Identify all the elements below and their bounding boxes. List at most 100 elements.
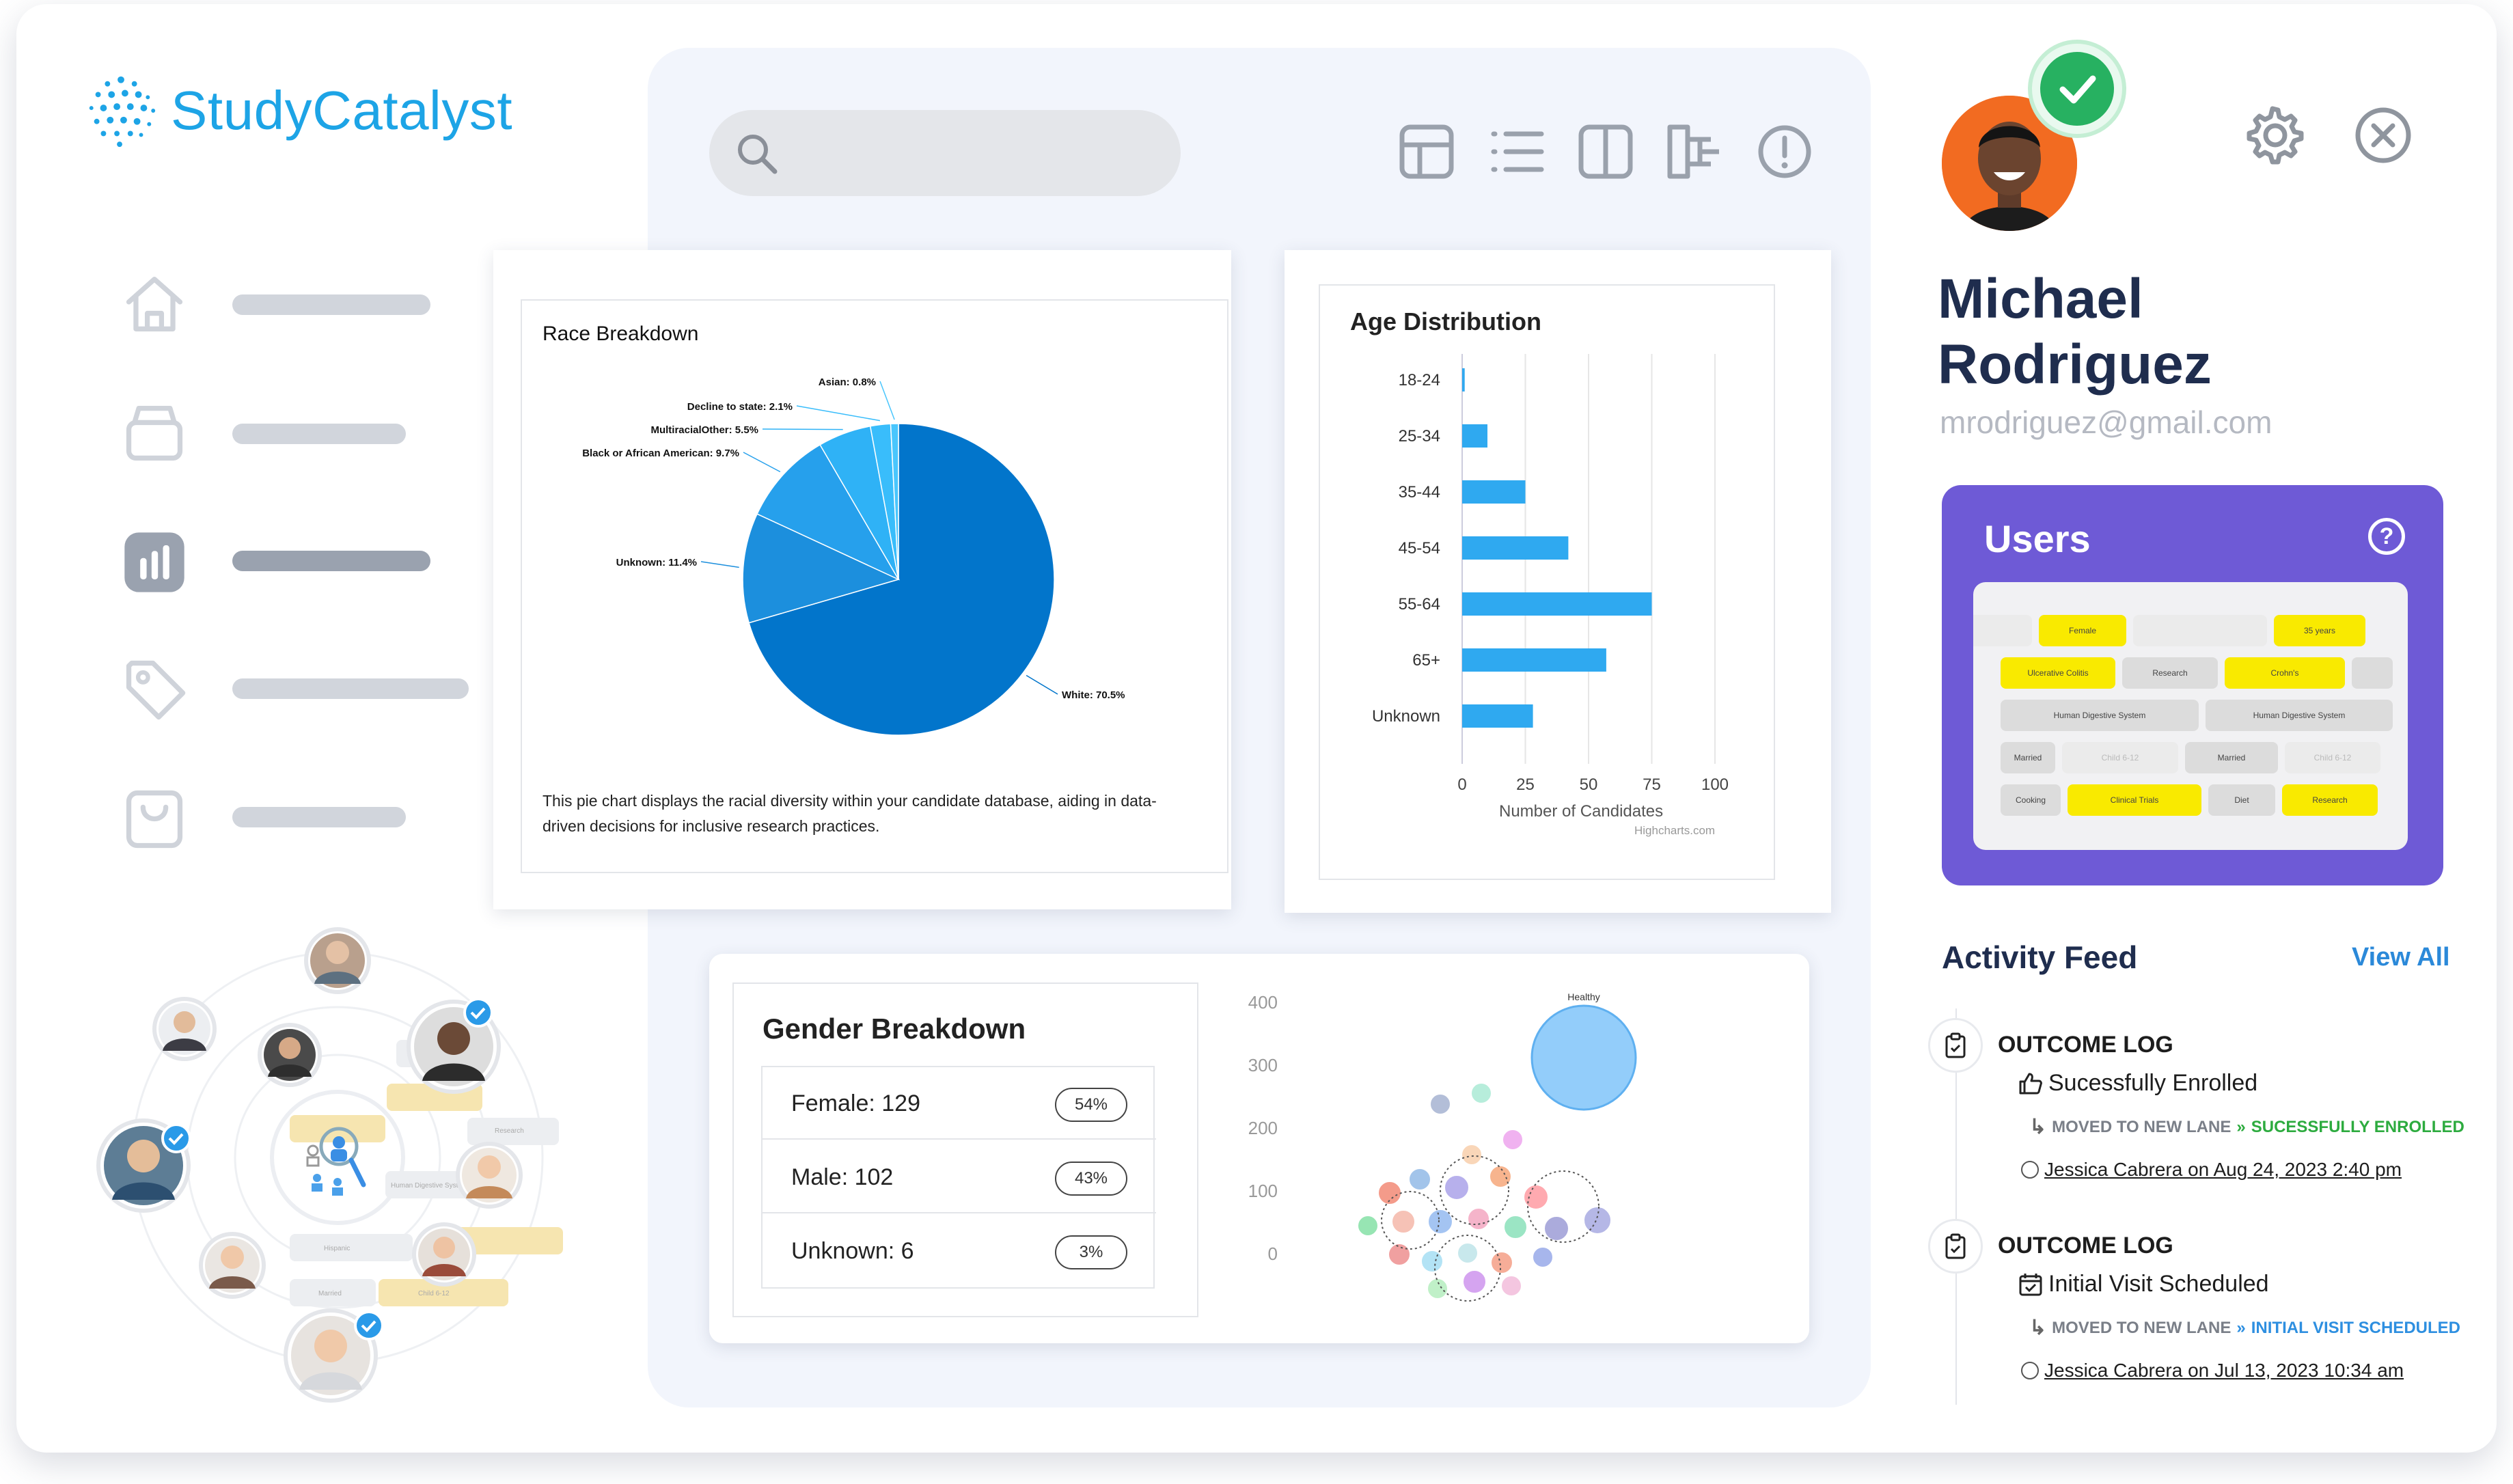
network-tag: Human Digestive System [391, 1182, 467, 1190]
alert-icon[interactable] [1756, 123, 1813, 180]
age-distribution-card: 0 25 50 75 100 18-24 25-34 35-44 45-54 55-64 65+ Un… [1285, 250, 1831, 913]
sidebar-item-store[interactable] [119, 783, 190, 854]
percent-badge: 54% [1055, 1088, 1127, 1122]
bar [1462, 536, 1569, 560]
y-tick-label: 100 [1248, 1181, 1278, 1201]
pie-connector [879, 381, 895, 420]
pie-data-label: Asian: 0.8% [819, 376, 876, 388]
search-input[interactable] [709, 110, 1181, 196]
sidebar-item-analytics[interactable] [119, 527, 190, 598]
sidebar-label-placeholder [232, 551, 430, 571]
list-icon[interactable] [1488, 123, 1546, 180]
y-tick-label: 0 [1268, 1243, 1278, 1264]
users-card[interactable]: Users ? Female 35 years Ulcerative Colit… [1942, 485, 2443, 885]
bubble-cluster [1357, 1082, 1612, 1300]
close-icon[interactable] [2353, 105, 2413, 165]
avatar[interactable] [304, 927, 371, 994]
age-bar-chart: 0 25 50 75 100 18-24 25-34 35-44 45-54 55-64 65+ Un… [1372, 354, 1729, 794]
chevron-double-icon: » [2236, 1117, 2246, 1136]
y-tick-label: 200 [1248, 1118, 1278, 1138]
candidate-network-illustration: Research Hispanic Married Human Digestiv… [96, 927, 563, 1403]
tag-icon [126, 660, 186, 720]
race-breakdown-chart: Race Breakdown White: 70.5% Unknown: 11.4… [521, 299, 1228, 873]
table-row: Male: 102 43% [763, 1141, 1156, 1213]
gender-label: Unknown: 6 [791, 1238, 914, 1264]
pie-connector [743, 452, 781, 473]
tag-chip: Diet [2208, 784, 2275, 816]
sidebar-item-tags[interactable] [119, 653, 190, 724]
bar [1462, 592, 1652, 616]
tag-chip: Child 6-12 [2062, 742, 2178, 773]
gender-label: Female: 129 [791, 1090, 920, 1116]
tag-chip: Research [2282, 784, 2378, 816]
avatar[interactable] [412, 1222, 476, 1287]
calendar-check-icon [2019, 1273, 2042, 1295]
shopping-bag-icon [126, 790, 183, 849]
sidebar-item-archive[interactable] [119, 397, 190, 468]
logo-dots-icon [89, 76, 156, 148]
log-author-link[interactable]: Jessica Cabrera on Aug 24, 2023 2:40 pm [2021, 1159, 2402, 1181]
columns-icon[interactable] [1577, 123, 1634, 180]
log-author-text: Jessica Cabrera on Jul 13, 2023 10:34 am [2044, 1360, 2404, 1381]
lane-change: ↳ MOVED TO NEW LANE » SUCESSFULLY ENROLL… [2029, 1115, 2464, 1139]
sidebar-label-placeholder [232, 678, 469, 699]
x-tick-label: 100 [1701, 775, 1729, 794]
pie-data-label: Black or African American: 9.7% [582, 448, 739, 459]
lane-change: ↳ MOVED TO NEW LANE » INITIAL VISIT SCHE… [2029, 1316, 2460, 1340]
app-logo[interactable]: StudyCatalyst [81, 70, 512, 152]
help-icon[interactable]: ? [2368, 518, 2405, 555]
log-author-link[interactable]: Jessica Cabrera on Jul 13, 2023 10:34 am [2021, 1360, 2404, 1382]
pie-data-label: Decline to state: 2.1% [687, 401, 793, 413]
clipboard-icon [1928, 1219, 1983, 1274]
y-tick-label: 65+ [1412, 651, 1440, 670]
gender-rows: Female: 129 54% Male: 102 43% Unknown: 6… [761, 1066, 1156, 1289]
sidebar-label-placeholder [232, 807, 406, 827]
tag-chip: Female [2039, 615, 2126, 646]
pie-connector [700, 561, 739, 568]
x-tick-label: 0 [1457, 775, 1466, 794]
tag-chip: Married [2001, 742, 2055, 773]
y-tick-label: Unknown [1372, 707, 1440, 726]
lane-target: INITIAL VISIT SCHEDULED [2251, 1318, 2460, 1337]
y-tick-label: 300 [1248, 1055, 1278, 1075]
log-summary: Sucessfully Enrolled [2018, 1070, 2257, 1097]
chart-icon [124, 532, 184, 592]
table-row: Female: 129 54% [763, 1067, 1156, 1140]
flowchart-icon[interactable] [1666, 123, 1723, 180]
sidebar-item-home[interactable] [119, 268, 190, 339]
avatar[interactable] [199, 1232, 266, 1299]
chart-title: Gender Breakdown [763, 1013, 1026, 1045]
first-name: Michael [1938, 268, 2143, 330]
tag-chip: Child 6-12 [2285, 742, 2380, 773]
tag-chip [1973, 615, 2032, 646]
chart-credit: Highcharts.com [1634, 824, 1716, 837]
view-all-link[interactable]: View All [2352, 943, 2450, 972]
bar [1462, 368, 1465, 391]
lane-target: SUCESSFULLY ENROLLED [2251, 1117, 2464, 1136]
sidebar-label-placeholder [232, 424, 406, 444]
condition-bubble-chart: 400 300 200 100 0 Healthy [1248, 991, 1637, 1302]
pie-connector [1026, 674, 1058, 695]
profile-email[interactable]: mrodriguez@gmail.com [1940, 404, 2272, 441]
app-name: StudyCatalyst [171, 80, 513, 141]
grid-icon[interactable] [1398, 123, 1455, 180]
pie-data-label: MultiracialOther: 5.5% [650, 424, 758, 436]
tag-chip: Ulcerative Colitis [2001, 657, 2115, 689]
verified-check-icon [2032, 44, 2122, 134]
bar [1462, 704, 1533, 728]
network-tag: Child 6-12 [418, 1290, 450, 1297]
percent-badge: 43% [1055, 1162, 1127, 1196]
avatar[interactable] [258, 1023, 322, 1087]
last-name: Rodriguez [1938, 333, 2212, 396]
avatar[interactable] [456, 1142, 523, 1209]
user-tags-preview: Female 35 years Ulcerative Colitis Resea… [1973, 582, 2408, 850]
gear-icon[interactable] [2245, 105, 2305, 165]
bubble [1530, 1004, 1637, 1111]
activity-feed-title: Activity Feed [1942, 939, 2138, 975]
app-window: StudyCatalyst Research Hispanic Married … [16, 4, 2497, 1453]
return-arrow-icon: ↳ [2029, 1317, 2047, 1339]
avatar[interactable] [152, 997, 217, 1061]
pie-data-label: Unknown: 11.4% [616, 557, 697, 568]
tag-chip: Crohn's [2225, 657, 2345, 689]
log-author-text: Jessica Cabrera on Aug 24, 2023 2:40 pm [2044, 1159, 2402, 1180]
